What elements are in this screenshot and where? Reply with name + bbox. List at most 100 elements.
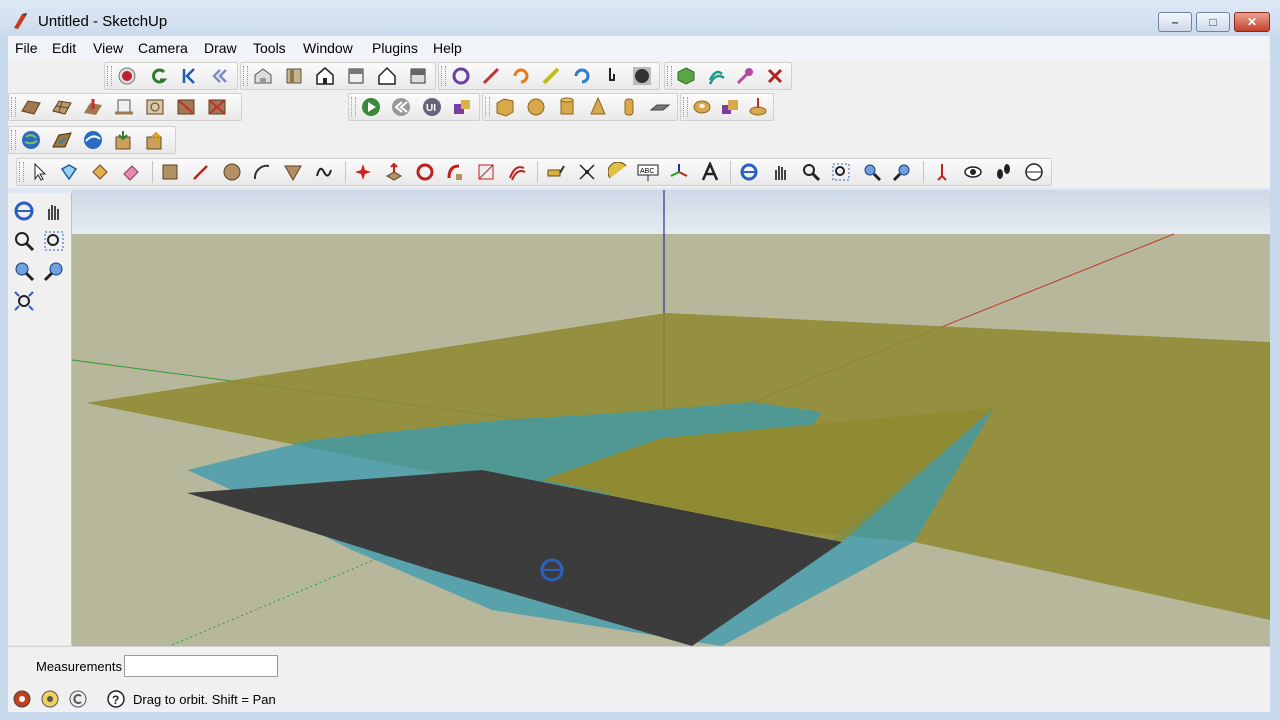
- push-icon[interactable]: [745, 95, 770, 119]
- box-icon[interactable]: [491, 95, 519, 119]
- freehand-icon[interactable]: [310, 160, 338, 184]
- offset-icon[interactable]: [703, 64, 730, 88]
- tape-measure-icon[interactable]: [542, 160, 570, 184]
- download-component-icon[interactable]: [141, 128, 169, 152]
- torus-icon[interactable]: [689, 95, 714, 119]
- tube-icon[interactable]: [615, 95, 643, 119]
- move-icon[interactable]: [350, 160, 378, 184]
- rectangle-icon[interactable]: [157, 160, 185, 184]
- follow-me-icon[interactable]: [442, 160, 470, 184]
- rotate-icon[interactable]: [508, 64, 535, 88]
- make-component-icon[interactable]: [56, 160, 84, 184]
- undo-arrow-icon[interactable]: [144, 64, 172, 88]
- line-tool-icon[interactable]: [187, 160, 215, 184]
- credits-icon[interactable]: [40, 689, 60, 709]
- close-button[interactable]: ✕: [1234, 12, 1270, 32]
- rewind-circle-icon[interactable]: [388, 95, 416, 119]
- line-icon[interactable]: [477, 64, 504, 88]
- get-models-icon[interactable]: [79, 128, 107, 152]
- copyright-icon[interactable]: [68, 689, 88, 709]
- sphere-icon[interactable]: [522, 95, 550, 119]
- maximize-button[interactable]: □: [1196, 12, 1230, 32]
- menu-window[interactable]: Window: [303, 40, 353, 56]
- walk-icon[interactable]: [990, 160, 1018, 184]
- pan-icon[interactable]: [766, 160, 794, 184]
- pan-icon[interactable]: [40, 199, 68, 223]
- select-icon[interactable]: [25, 160, 53, 184]
- rewind-icon[interactable]: [206, 64, 234, 88]
- next-view-icon[interactable]: [889, 160, 917, 184]
- zoom-icon[interactable]: [10, 229, 38, 253]
- menu-help[interactable]: Help: [433, 40, 462, 56]
- drawing-viewport[interactable]: [72, 190, 1270, 646]
- section-plane-icon[interactable]: [1020, 160, 1048, 184]
- menu-edit[interactable]: Edit: [52, 40, 76, 56]
- orbit-icon[interactable]: [10, 199, 38, 223]
- plane-icon[interactable]: [646, 95, 674, 119]
- flip-edge-icon[interactable]: [172, 95, 200, 119]
- top-view-icon[interactable]: [280, 64, 308, 88]
- rotate-tool-icon[interactable]: [411, 160, 439, 184]
- cone-icon[interactable]: [584, 95, 612, 119]
- smoove-icon[interactable]: [79, 95, 107, 119]
- menu-plugins[interactable]: Plugins: [372, 40, 418, 56]
- stamp-icon[interactable]: [110, 95, 138, 119]
- paint-hand-icon[interactable]: [598, 64, 625, 88]
- zoom-icon[interactable]: [797, 160, 825, 184]
- position-camera-icon[interactable]: [928, 160, 956, 184]
- refresh-icon[interactable]: [568, 64, 595, 88]
- add-detail-icon[interactable]: [203, 95, 231, 119]
- measurements-input[interactable]: [124, 655, 278, 677]
- text-icon[interactable]: ABC: [634, 160, 662, 184]
- help-icon[interactable]: ?: [106, 689, 126, 709]
- left-view-icon[interactable]: [404, 64, 432, 88]
- play-icon[interactable]: [357, 95, 385, 119]
- next-icon[interactable]: [40, 259, 68, 283]
- step-back-icon[interactable]: [175, 64, 203, 88]
- front-view-icon[interactable]: [311, 64, 339, 88]
- geo-location-icon[interactable]: [12, 689, 32, 709]
- orbit-tool-icon[interactable]: [735, 160, 763, 184]
- green-cube-icon[interactable]: [673, 64, 700, 88]
- tape-icon[interactable]: [732, 64, 759, 88]
- protractor-icon[interactable]: [604, 160, 632, 184]
- circle-icon[interactable]: [218, 160, 246, 184]
- scale-icon[interactable]: [472, 160, 500, 184]
- add-location-icon[interactable]: [17, 128, 45, 152]
- menu-view[interactable]: View: [93, 40, 123, 56]
- zoom-extents-icon[interactable]: [10, 289, 38, 313]
- eraser-icon[interactable]: [117, 160, 145, 184]
- components-icon[interactable]: [449, 95, 477, 119]
- menu-camera[interactable]: Camera: [138, 40, 188, 56]
- dimension-icon[interactable]: [573, 160, 601, 184]
- right-view-icon[interactable]: [342, 64, 370, 88]
- menu-tools[interactable]: Tools: [253, 40, 286, 56]
- paint-bucket-icon[interactable]: [86, 160, 114, 184]
- minimize-button[interactable]: –: [1158, 12, 1192, 32]
- axes-icon[interactable]: [665, 160, 693, 184]
- offset-tool-icon[interactable]: [503, 160, 531, 184]
- 3d-text-icon[interactable]: [696, 160, 724, 184]
- record-icon[interactable]: [113, 64, 141, 88]
- ui-icon[interactable]: UI: [418, 95, 446, 119]
- black-circle-icon[interactable]: [629, 64, 656, 88]
- zoom-window-icon[interactable]: [40, 229, 68, 253]
- arc-icon[interactable]: [249, 160, 277, 184]
- zoom-window-icon[interactable]: [827, 160, 855, 184]
- previous-view-icon[interactable]: [858, 160, 886, 184]
- back-view-icon[interactable]: [373, 64, 401, 88]
- erase-x-icon[interactable]: [762, 64, 789, 88]
- solid-tools-icon[interactable]: [717, 95, 742, 119]
- sandbox-from-contours-icon[interactable]: [17, 95, 45, 119]
- iso-view-icon[interactable]: [249, 64, 277, 88]
- pencil-icon[interactable]: [538, 64, 565, 88]
- polygon-icon[interactable]: [279, 160, 307, 184]
- look-around-icon[interactable]: [959, 160, 987, 184]
- toggle-terrain-icon[interactable]: [48, 128, 76, 152]
- orbit-icon[interactable]: [447, 64, 474, 88]
- menu-draw[interactable]: Draw: [204, 40, 237, 56]
- sandbox-from-scratch-icon[interactable]: [48, 95, 76, 119]
- push-pull-icon[interactable]: [380, 160, 408, 184]
- cylinder-icon[interactable]: [553, 95, 581, 119]
- share-model-icon[interactable]: [110, 128, 138, 152]
